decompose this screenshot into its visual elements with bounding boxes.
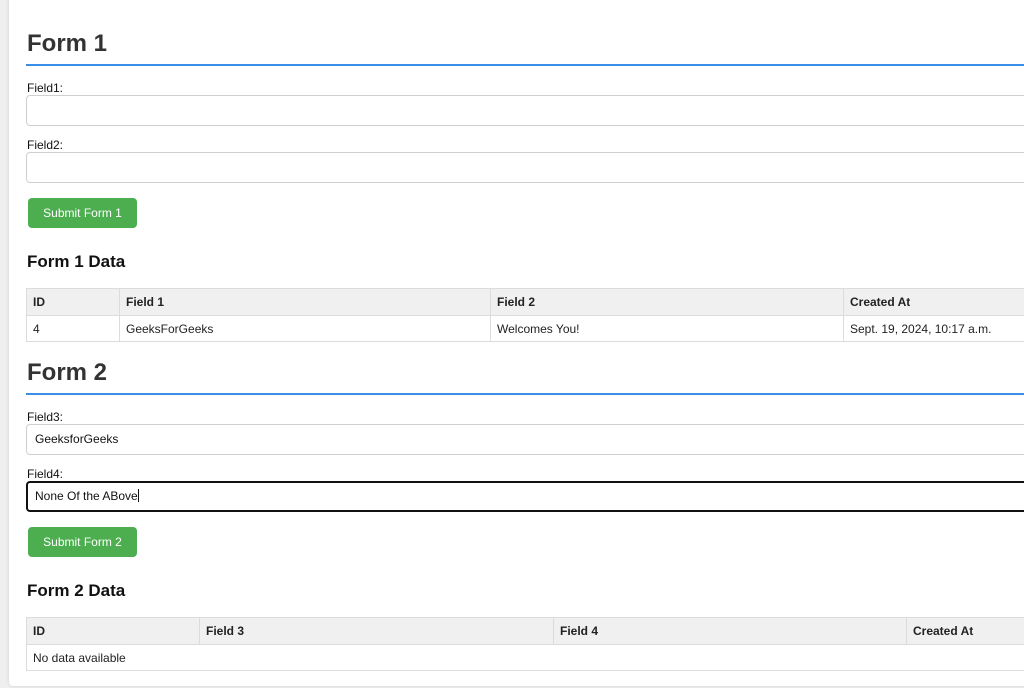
column-header-field2: Field 2 — [490, 288, 844, 316]
field3-label: Field3: — [27, 410, 64, 424]
empty-state-message: No data available — [26, 644, 1024, 671]
form2-data-title: Form 2 Data — [27, 581, 126, 600]
form1-data-title: Form 1 Data — [27, 252, 126, 271]
cell-field2: Welcomes You! — [490, 315, 844, 342]
form2-title: Form 2 — [27, 359, 108, 386]
field1-input[interactable] — [26, 95, 1024, 126]
field4-input[interactable]: None Of the ABove — [26, 481, 1024, 512]
field3-input[interactable]: GeeksforGeeks — [26, 424, 1024, 455]
column-header-field1: Field 1 — [119, 288, 491, 316]
form1-data-table: ID Field 1 Field 2 Created At 4 GeeksFor… — [26, 288, 1024, 342]
table-row: 4 GeeksForGeeks Welcomes You! Sept. 19, … — [26, 315, 1024, 342]
field1-label: Field1: — [27, 81, 64, 95]
table-row: No data available — [26, 644, 1024, 671]
form2-title-rule — [26, 393, 1024, 395]
column-header-id: ID — [26, 288, 120, 316]
form1-title-rule — [26, 64, 1024, 66]
submit-form1-button[interactable]: Submit Form 1 — [28, 198, 137, 228]
text-caret — [137, 489, 139, 502]
field4-label: Field4: — [27, 467, 64, 481]
column-header-created-at: Created At — [906, 617, 1024, 645]
table-header-row: ID Field 1 Field 2 Created At — [26, 288, 1024, 316]
column-header-id: ID — [26, 617, 200, 645]
cell-id: 4 — [26, 315, 120, 342]
form1-title: Form 1 — [27, 30, 108, 57]
column-header-created-at: Created At — [843, 288, 1024, 316]
submit-form2-button[interactable]: Submit Form 2 — [28, 527, 137, 557]
field4-input-value: None Of the ABove — [35, 489, 138, 503]
table-header-row: ID Field 3 Field 4 Created At — [26, 617, 1024, 645]
cell-created-at: Sept. 19, 2024, 10:17 a.m. — [843, 315, 1024, 342]
cell-field1: GeeksForGeeks — [119, 315, 491, 342]
column-header-field4: Field 4 — [553, 617, 907, 645]
column-header-field3: Field 3 — [199, 617, 554, 645]
field2-input[interactable] — [26, 152, 1024, 183]
form2-data-table: ID Field 3 Field 4 Created At No data av… — [26, 617, 1024, 671]
field2-label: Field2: — [27, 138, 64, 152]
